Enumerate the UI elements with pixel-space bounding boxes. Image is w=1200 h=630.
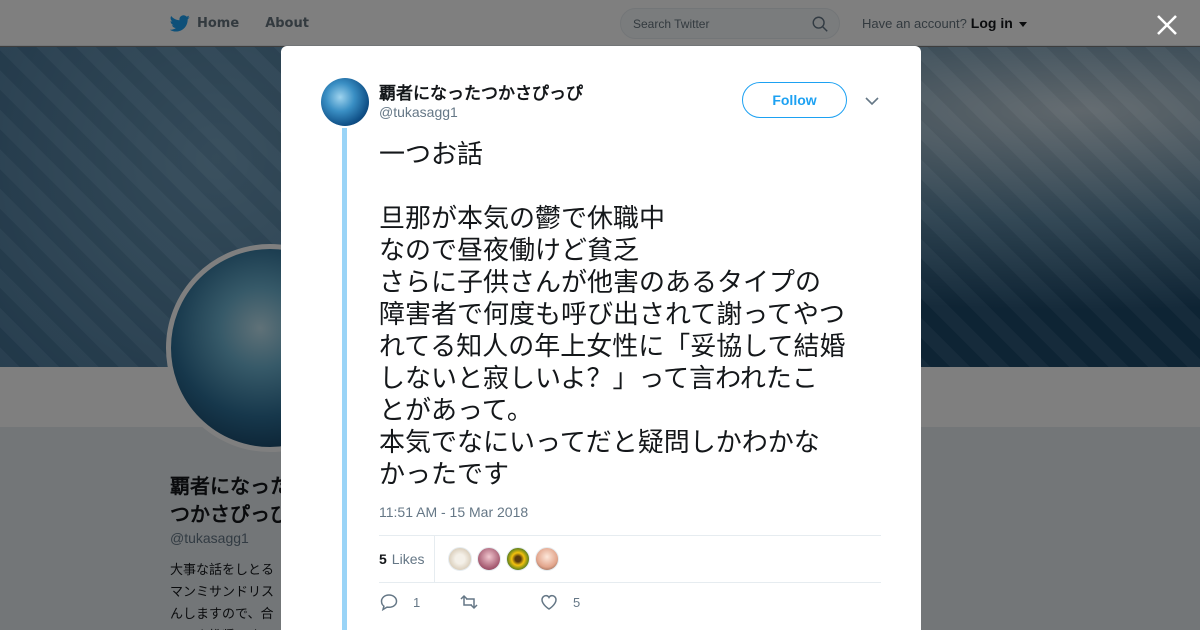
liker-avatar[interactable]	[535, 547, 559, 571]
tweet-text: 一つお話 旦那が本気の鬱で休職中 なので昼夜働けど貧乏 さらに子供さんが他害のあ…	[379, 140, 846, 490]
thread-line	[342, 128, 347, 630]
likes-stat[interactable]: 5 Likes	[379, 536, 424, 582]
retweet-action[interactable]	[459, 592, 493, 612]
heart-icon[interactable]	[539, 592, 559, 612]
stats-divider	[434, 536, 435, 582]
reply-icon[interactable]	[379, 592, 399, 612]
reply-action[interactable]: 1	[379, 592, 420, 612]
liker-avatar[interactable]	[448, 547, 472, 571]
likes-count: 5	[379, 551, 387, 567]
reply-count: 1	[413, 594, 421, 610]
liker-avatar[interactable]	[477, 547, 501, 571]
chevron-down-icon[interactable]	[865, 96, 879, 106]
like-count: 5	[573, 594, 581, 610]
tweet-timestamp[interactable]: 11:51 AM - 15 Mar 2018	[379, 504, 528, 520]
liker-avatars	[448, 547, 559, 571]
close-icon[interactable]	[1154, 12, 1180, 38]
follow-button[interactable]: Follow	[742, 82, 847, 118]
tweet-actions: 1 5	[379, 592, 799, 616]
likes-label: Likes	[391, 551, 425, 567]
retweet-icon[interactable]	[459, 592, 479, 612]
author-name[interactable]: 覇者になったつかさぴっぴ	[379, 79, 583, 104]
liker-avatar[interactable]	[506, 547, 530, 571]
author-handle[interactable]: @tukasagg1	[379, 104, 458, 120]
author-avatar[interactable]	[321, 78, 369, 126]
tweet-modal: 覇者になったつかさぴっぴ @tukasagg1 Follow 一つお話 旦那が本…	[281, 46, 921, 630]
like-action[interactable]: 5	[539, 592, 580, 612]
tweet-stats: 5 Likes	[379, 535, 881, 583]
